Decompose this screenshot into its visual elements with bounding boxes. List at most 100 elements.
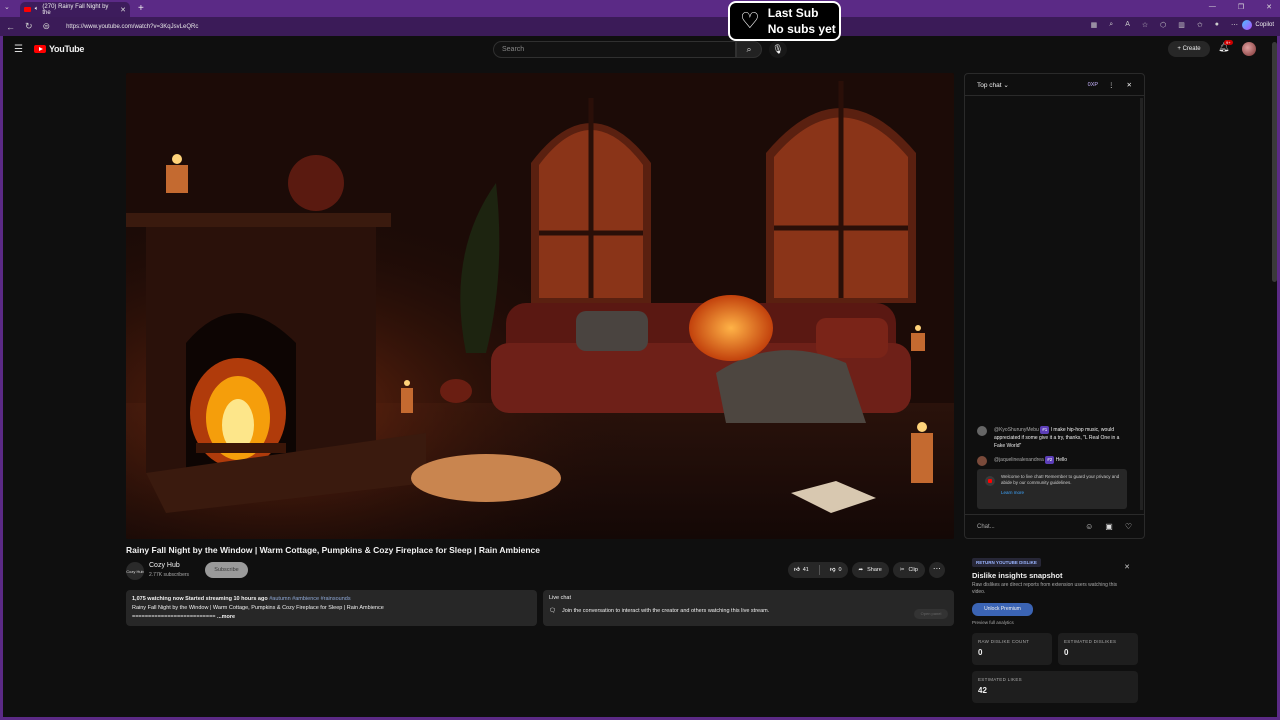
chat-header: Top chat ⌄ 0XP ⋮ ✕	[965, 74, 1144, 96]
card-description: Raw dislikes are direct reports from ext…	[972, 582, 1118, 595]
mantle-pumpkin	[288, 155, 344, 211]
extensions-icon[interactable]: ⬡	[1160, 21, 1166, 29]
search-input[interactable]: Search	[493, 41, 736, 58]
youtube-logo[interactable]: YouTube	[34, 44, 84, 54]
app-icon[interactable]: ▦	[1091, 21, 1098, 29]
hashtags[interactable]: #autumn #ambience #rainsounds	[269, 596, 350, 602]
stat-value: 0	[1064, 648, 1069, 657]
chat-menu-icon[interactable]: ⋮	[1108, 81, 1115, 89]
show-more-link[interactable]: ...more	[217, 614, 235, 620]
close-tab-icon[interactable]: ✕	[120, 6, 126, 14]
xp-badge: 0XP	[1087, 81, 1099, 88]
emoji-icon[interactable]: ☺	[1085, 522, 1093, 531]
last-sub-overlay: ♡ Last Sub No subs yet	[728, 1, 841, 41]
chat-bubble-icon: 🗨︎	[549, 608, 556, 614]
address-bar-icons: ▦ ⌕ A ☆ ⬡ ▥ ✩ ● ⋯	[1091, 21, 1238, 29]
like-button[interactable]: 👍︎ 41	[788, 567, 815, 573]
create-label: Create	[1182, 46, 1201, 52]
live-chat-panel: Top chat ⌄ 0XP ⋮ ✕ @KyoShurunyMebu #1 I …	[964, 73, 1145, 539]
tab-menu-icon[interactable]: ⌄	[4, 3, 10, 11]
subscribe-button[interactable]: Subscribe	[205, 562, 248, 578]
live-chat-text: Join the conversation to interact with t…	[561, 608, 770, 614]
more-options-icon[interactable]: ⋯	[1231, 21, 1238, 29]
floor-pumpkin	[440, 379, 472, 403]
open-panel-button[interactable]: Open panel	[914, 609, 948, 619]
estimated-likes-stat: ESTIMATED LIKES 42	[972, 671, 1138, 703]
new-tab-button[interactable]: +	[138, 3, 144, 14]
copilot-button[interactable]: Copilot	[1242, 20, 1274, 30]
chat-input[interactable]: Chat...	[977, 524, 995, 530]
logo-text: YouTube	[49, 44, 85, 54]
read-aloud-icon[interactable]: A	[1125, 21, 1130, 29]
close-window-icon[interactable]: ✕	[1266, 3, 1272, 11]
close-card-icon[interactable]: ✕	[1124, 563, 1130, 571]
refresh-icon[interactable]: ↻	[25, 21, 33, 32]
youtube-icon	[985, 476, 995, 486]
stat-value: 42	[978, 686, 987, 695]
estimated-dislike-stat: ESTIMATED DISLIKES 0	[1058, 633, 1138, 665]
zoom-icon[interactable]: ⌕	[1109, 21, 1113, 29]
learn-more-link[interactable]: Learn more	[1001, 490, 1121, 496]
welcome-text: Welcome to live chat! Remember to guard …	[1001, 474, 1120, 485]
stat-label: ESTIMATED LIKES	[978, 677, 1022, 682]
favorite-star-icon[interactable]: ☆	[1142, 21, 1148, 29]
profile-icon[interactable]: ●	[1215, 21, 1219, 29]
clip-label: Clip	[908, 567, 918, 573]
share-icon: ➦	[858, 567, 864, 573]
chat-author[interactable]: @jaquelinealexandrea	[994, 457, 1044, 463]
search-icon: ⌕	[746, 44, 752, 54]
menu-icon[interactable]: ☰	[14, 44, 23, 55]
top-chat-dropdown[interactable]: Top chat ⌄	[977, 81, 1009, 89]
stat-label: ESTIMATED DISLIKES	[1064, 639, 1117, 644]
page-scrollbar[interactable]	[1272, 42, 1277, 282]
minimize-icon[interactable]: —	[1209, 3, 1216, 11]
channel-avatar[interactable]: Cozy Hub	[126, 562, 144, 580]
search-button[interactable]: ⌕	[736, 41, 762, 58]
youtube-play-icon	[34, 45, 46, 53]
chat-input-row: Chat... ☺ ▣ ♡	[965, 514, 1144, 538]
tab-title: (270) Rainy Fall Night by the	[42, 3, 109, 16]
scissors-icon: ✂	[899, 567, 905, 573]
card-title: Dislike insights snapshot	[972, 571, 1063, 580]
video-actions: 👍︎ 41 👎︎ 0 ➦ Share ✂ Clip ⋯	[788, 562, 945, 578]
preview-analytics-link[interactable]: Preview full analytics	[972, 620, 1014, 625]
chat-author[interactable]: @KyoShurunyMebu	[994, 427, 1039, 433]
live-chat-title: Live chat	[549, 595, 572, 601]
create-button[interactable]: + Create	[1168, 41, 1210, 57]
super-chat-icon[interactable]: ▣	[1105, 522, 1113, 531]
site-info-icon[interactable]: ⊜	[43, 21, 51, 32]
voice-search-button[interactable]: 🎙︎	[769, 41, 787, 58]
heart-reaction-icon[interactable]: ♡	[1125, 522, 1132, 531]
account-avatar[interactable]	[1242, 42, 1256, 56]
clip-button[interactable]: ✂ Clip	[892, 562, 925, 578]
chat-scrollbar[interactable]	[1140, 98, 1143, 510]
more-actions-button[interactable]: ⋯	[928, 562, 945, 578]
microphone-icon: 🎙︎	[772, 44, 784, 54]
close-chat-icon[interactable]: ✕	[1127, 81, 1132, 89]
address-bar: ← ↻ ⊜ https://www.youtube.com/watch?v=3K…	[0, 17, 1280, 36]
like-dislike-pill: 👍︎ 41 👎︎ 0	[788, 562, 848, 578]
maximize-icon[interactable]: ❐	[1238, 3, 1244, 11]
raw-dislike-stat: RAW DISLIKE COUNT 0	[972, 633, 1052, 665]
notification-badge: 9+	[1224, 40, 1233, 45]
live-chat-info-box: Live chat 🗨︎ Join the conversation to in…	[543, 590, 954, 626]
chat-avatar	[977, 456, 987, 466]
video-frame-scene	[126, 73, 954, 539]
channel-name[interactable]: Cozy Hub	[149, 562, 180, 569]
speaker-icon[interactable]: 🔈︎	[35, 6, 39, 13]
description-box[interactable]: 1,075 watching now Started streaming 10 …	[126, 590, 537, 626]
dislike-button[interactable]: 👎︎ 0	[824, 567, 848, 573]
unlock-premium-button[interactable]: Unlock Premium	[972, 603, 1033, 616]
youtube-favicon-icon	[24, 7, 31, 12]
back-icon[interactable]: ←	[6, 22, 15, 32]
stat-value: 0	[978, 648, 983, 657]
split-screen-icon[interactable]: ▥	[1178, 21, 1185, 29]
sleeping-cat	[411, 454, 561, 502]
url-field[interactable]: https://www.youtube.com/watch?v=3KqJsvLe…	[66, 24, 198, 30]
browser-tab[interactable]: 🔈︎ (270) Rainy Fall Night by the ✕	[20, 2, 130, 17]
chat-rank-badge: #1	[1040, 426, 1050, 434]
share-button[interactable]: ➦ Share	[851, 562, 889, 578]
like-count: 41	[802, 567, 809, 573]
video-player[interactable]	[126, 73, 954, 539]
favorites-icon[interactable]: ✩	[1197, 21, 1203, 29]
